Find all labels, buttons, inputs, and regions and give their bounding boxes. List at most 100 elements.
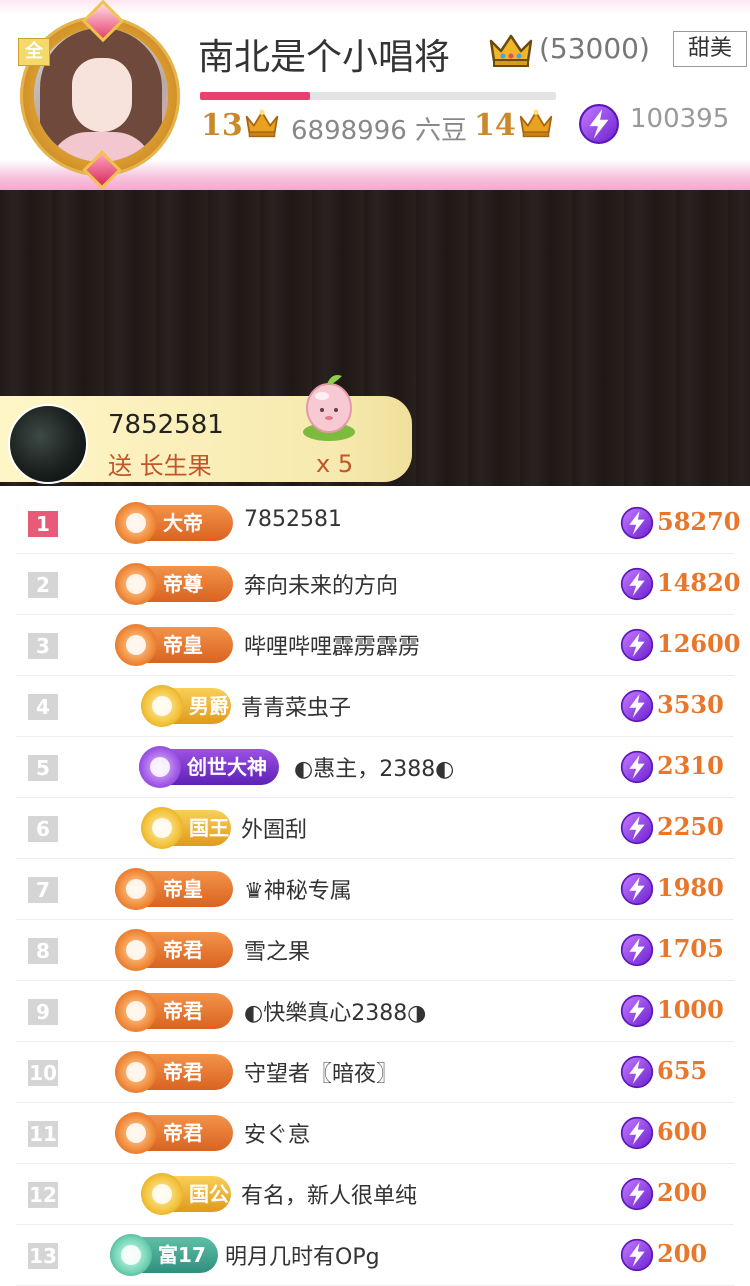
badge-label: 创世大神 bbox=[187, 755, 267, 779]
ranking-row[interactable]: 10 帝君 守望者〖暗夜〗 655 bbox=[16, 1042, 734, 1103]
ranking-row[interactable]: 11 帝君 安ぐ恴 600 bbox=[16, 1103, 734, 1164]
noble-rank-badge: 国王 bbox=[141, 807, 231, 849]
style-tag[interactable]: 甜美 bbox=[673, 31, 747, 67]
next-level: 14 bbox=[474, 108, 516, 143]
user-name: 奔向未来的方向 bbox=[244, 574, 399, 599]
lightning-coin-icon bbox=[620, 872, 654, 906]
user-name: 哔哩哔哩霹雳霹雳 bbox=[244, 635, 421, 660]
lightning-coin-icon bbox=[620, 567, 654, 601]
video-area[interactable]: 7852581 送 长生果 x 5 bbox=[0, 190, 750, 486]
rank-number: 5 bbox=[28, 755, 58, 781]
lightning-coin-icon bbox=[620, 1116, 654, 1150]
ranking-row[interactable]: 1 大帝 7852581 58270 bbox=[16, 493, 741, 554]
noble-rank-badge: 帝君 bbox=[115, 990, 233, 1032]
user-name: ◐惠主，2388◐ bbox=[294, 757, 455, 782]
contribution-points: 1980 bbox=[657, 873, 724, 902]
badge-label: 大帝 bbox=[163, 511, 203, 535]
lightning-coin-icon bbox=[620, 628, 654, 662]
crown-icon bbox=[244, 106, 280, 140]
lightning-coin-icon bbox=[620, 689, 654, 723]
rank-number: 3 bbox=[28, 633, 58, 659]
rank-number: 12 bbox=[28, 1182, 58, 1208]
contribution-points: 655 bbox=[657, 1056, 708, 1085]
badge-label: 男爵 bbox=[189, 694, 229, 718]
sender-id: 7852581 bbox=[108, 410, 224, 440]
rank-number: 2 bbox=[28, 572, 58, 598]
rank-emblem-icon bbox=[115, 1051, 157, 1093]
ranking-row[interactable]: 13 富17 明月几时有OPg 200 bbox=[16, 1225, 734, 1286]
contribution-points: 2250 bbox=[657, 812, 724, 841]
noble-rank-badge: 帝皇 bbox=[115, 868, 233, 910]
badge-label: 帝君 bbox=[163, 1060, 203, 1084]
badge-label: 帝君 bbox=[163, 999, 203, 1023]
lightning-coin-icon bbox=[620, 1055, 654, 1089]
rank-emblem-icon bbox=[115, 990, 157, 1032]
noble-rank-badge: 大帝 bbox=[115, 502, 233, 544]
ranking-row[interactable]: 5 创世大神 ◐惠主，2388◐ 2310 bbox=[16, 737, 734, 798]
lightning-coin-icon bbox=[620, 1177, 654, 1211]
sender-avatar[interactable] bbox=[8, 404, 88, 484]
contribution-points: 2310 bbox=[657, 751, 724, 780]
rank-emblem-icon bbox=[141, 807, 183, 849]
rank-number: 9 bbox=[28, 999, 58, 1025]
streamer-avatar[interactable]: 全 bbox=[8, 0, 188, 190]
noble-rank-badge: 男爵 bbox=[141, 685, 231, 727]
lightning-coin-icon bbox=[620, 811, 654, 845]
contribution-points: 600 bbox=[657, 1117, 708, 1146]
avatar-tag: 全 bbox=[18, 38, 50, 66]
lightning-coin-icon bbox=[620, 750, 654, 784]
user-name: ◐快樂真心2388◑ bbox=[244, 1001, 427, 1026]
ranking-row[interactable]: 2 帝尊 奔向未来的方向 14820 bbox=[16, 554, 741, 615]
contribution-points: 1705 bbox=[657, 934, 724, 963]
level-progress-fill bbox=[200, 92, 311, 100]
noble-rank-badge: 帝君 bbox=[115, 1051, 233, 1093]
badge-label: 富17 bbox=[158, 1243, 206, 1267]
avatar-photo bbox=[34, 28, 168, 162]
ranking-row[interactable]: 6 国王 外圄刮 2250 bbox=[16, 798, 734, 859]
user-name: 雪之果 bbox=[244, 940, 311, 965]
level-progress-bar bbox=[200, 92, 556, 100]
rank-number: 10 bbox=[28, 1060, 58, 1086]
rank-number: 1 bbox=[28, 511, 58, 537]
rank-number: 6 bbox=[28, 816, 58, 842]
beans-count: 6898996 六豆 bbox=[291, 116, 468, 146]
noble-rank-badge: 富17 bbox=[110, 1234, 218, 1276]
badge-label: 帝皇 bbox=[163, 877, 203, 901]
rank-emblem-icon bbox=[110, 1234, 152, 1276]
noble-rank-badge: 帝尊 bbox=[115, 563, 233, 605]
contribution-ranking-list: 1 大帝 7852581 58270 2 帝尊 奔向未来的方向 14820 3 帝皇 哔哩哔哩霹雳霹… bbox=[0, 493, 750, 1286]
ranking-row[interactable]: 4 男爵 青青菜虫子 3530 bbox=[16, 676, 734, 737]
rank-number: 4 bbox=[28, 694, 58, 720]
noble-rank-badge: 帝皇 bbox=[115, 624, 233, 666]
user-name: 青青菜虫子 bbox=[241, 696, 352, 721]
streamer-name: 南北是个小唱将 bbox=[198, 37, 451, 78]
follower-count: (53000) bbox=[539, 32, 650, 65]
gift-text: 送 长生果 bbox=[108, 452, 212, 480]
rank-emblem-icon bbox=[115, 1112, 157, 1154]
badge-label: 帝皇 bbox=[163, 633, 203, 657]
user-name: 守望者〖暗夜〗 bbox=[244, 1062, 399, 1087]
streamer-header: 全 南北是个小唱将 (53000) 甜美 13 6898996 六豆 14 10… bbox=[0, 0, 750, 190]
noble-rank-badge: 帝君 bbox=[115, 929, 233, 971]
lightning-coin-icon bbox=[620, 1238, 654, 1272]
rank-number: 13 bbox=[28, 1243, 58, 1269]
ranking-row[interactable]: 12 国公 有名，新人很单纯 200 bbox=[16, 1164, 734, 1225]
ranking-row[interactable]: 3 帝皇 哔哩哔哩霹雳霹雳 12600 bbox=[16, 615, 741, 676]
ranking-row[interactable]: 7 帝皇 ♛神秘专属 1980 bbox=[16, 859, 734, 920]
contribution-points: 200 bbox=[657, 1239, 708, 1268]
crown-icon bbox=[489, 34, 533, 67]
ranking-row[interactable]: 8 帝君 雪之果 1705 bbox=[16, 920, 734, 981]
user-name: 安ぐ恴 bbox=[244, 1123, 311, 1148]
ranking-row[interactable]: 9 帝君 ◐快樂真心2388◑ 1000 bbox=[16, 981, 734, 1042]
rank-number: 11 bbox=[28, 1121, 58, 1147]
badge-label: 帝君 bbox=[163, 938, 203, 962]
noble-rank-badge: 帝君 bbox=[115, 1112, 233, 1154]
rank-emblem-icon bbox=[115, 868, 157, 910]
rank-emblem-icon bbox=[141, 685, 183, 727]
rank-emblem-icon bbox=[141, 1173, 183, 1215]
user-name: ♛神秘专属 bbox=[244, 879, 352, 904]
badge-label: 国公 bbox=[189, 1182, 229, 1206]
crown-icon bbox=[518, 106, 554, 140]
contribution-points: 1000 bbox=[657, 995, 724, 1024]
badge-label: 帝尊 bbox=[163, 572, 203, 596]
